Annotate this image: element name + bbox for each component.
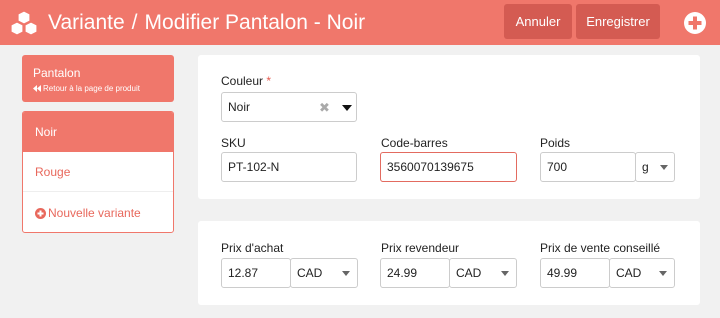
chevron-down-icon bbox=[660, 165, 668, 170]
add-variant-label: Nouvelle variante bbox=[48, 206, 141, 220]
pricing-card: Prix d'achat 12.87 CAD Prix revendeur 24… bbox=[198, 221, 700, 305]
weight-unit-value: g bbox=[642, 160, 649, 174]
title-separator: / bbox=[131, 11, 138, 34]
weight-unit-select[interactable]: g bbox=[635, 152, 675, 182]
back-link-label: Retour à la page de produit bbox=[43, 84, 140, 93]
purchase-currency-value: CAD bbox=[297, 266, 323, 280]
variant-list: Noir Rouge Nouvelle variante bbox=[22, 111, 174, 233]
weight-input[interactable]: 700 bbox=[540, 152, 636, 182]
chevron-down-icon bbox=[342, 271, 350, 276]
variant-attributes-card: Couleur * Noir ✖ SKU PT-102-N Code-barre… bbox=[198, 55, 700, 199]
clear-icon[interactable]: ✖ bbox=[319, 93, 330, 123]
weight-label: Poids bbox=[540, 136, 571, 150]
chevron-down-icon bbox=[342, 105, 352, 111]
purchase-price-input[interactable]: 12.87 bbox=[221, 258, 291, 288]
variant-item-noir[interactable]: Noir bbox=[23, 112, 173, 152]
color-select[interactable]: Noir ✖ bbox=[221, 92, 357, 122]
cancel-button[interactable]: Annuler bbox=[504, 4, 572, 39]
reseller-price-input[interactable]: 24.99 bbox=[380, 258, 450, 288]
sidebar-product-card[interactable]: Pantalon Retour à la page de produit bbox=[22, 55, 174, 102]
add-variant-link[interactable]: Nouvelle variante bbox=[23, 200, 173, 226]
purchase-price-label: Prix d'achat bbox=[221, 241, 284, 255]
reseller-price-label: Prix revendeur bbox=[381, 241, 460, 255]
plus-circle-icon[interactable] bbox=[683, 11, 707, 35]
retail-price-label: Prix de vente conseillé bbox=[540, 241, 661, 255]
save-button[interactable]: Enregistrer bbox=[576, 4, 660, 39]
chevron-down-icon bbox=[659, 271, 667, 276]
color-label-text: Couleur bbox=[221, 74, 264, 88]
retail-currency-value: CAD bbox=[616, 266, 642, 280]
title-section: Variante bbox=[48, 11, 125, 34]
variant-item-rouge[interactable]: Rouge bbox=[23, 152, 173, 192]
purchase-currency-select[interactable]: CAD bbox=[290, 258, 358, 288]
title-page: Modifier Pantalon - Noir bbox=[144, 11, 366, 34]
required-mark: * bbox=[266, 74, 272, 88]
color-select-value: Noir bbox=[228, 100, 251, 114]
color-label: Couleur * bbox=[221, 74, 271, 88]
sku-label: SKU bbox=[221, 136, 246, 150]
top-bar: Variante / Modifier Pantalon - Noir Annule… bbox=[0, 0, 720, 45]
sidebar-product-name: Pantalon bbox=[33, 66, 81, 80]
reseller-currency-value: CAD bbox=[456, 266, 482, 280]
plus-circle-small-icon bbox=[35, 208, 46, 219]
double-chevron-left-icon bbox=[33, 85, 41, 92]
sku-input[interactable]: PT-102-N bbox=[221, 152, 357, 182]
barcode-label: Code-barres bbox=[381, 136, 448, 150]
retail-price-input[interactable]: 49.99 bbox=[540, 258, 610, 288]
reseller-currency-select[interactable]: CAD bbox=[449, 258, 517, 288]
chevron-down-icon bbox=[501, 271, 509, 276]
barcode-input[interactable]: 3560070139675 bbox=[380, 152, 517, 182]
back-to-product-link[interactable]: Retour à la page de produit bbox=[33, 84, 174, 93]
page-title: Variante / Modifier Pantalon - Noir bbox=[48, 0, 365, 45]
retail-currency-select[interactable]: CAD bbox=[609, 258, 675, 288]
cubes-logo-icon bbox=[10, 10, 38, 36]
